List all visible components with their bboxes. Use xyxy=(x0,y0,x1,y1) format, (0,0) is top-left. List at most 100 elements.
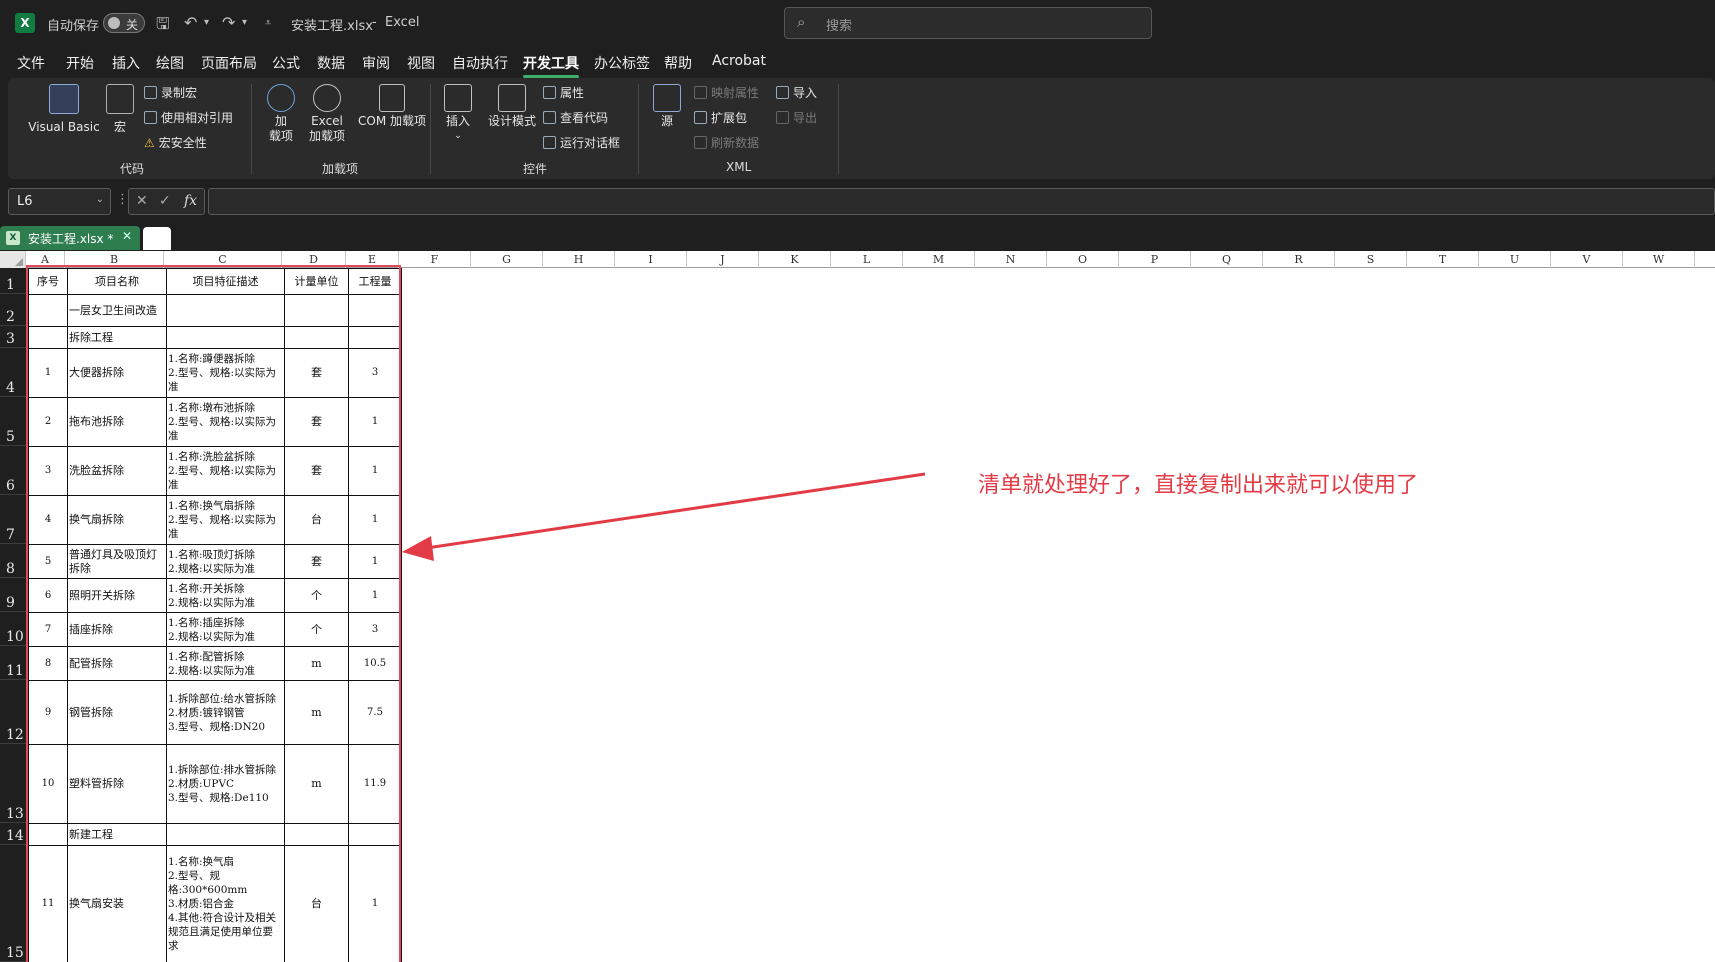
excel-addins-button[interactable]: Excel 加载项 xyxy=(305,84,349,144)
cell-qty[interactable]: 1 xyxy=(348,544,402,579)
cell-seq[interactable]: 2 xyxy=(28,397,68,447)
cell-seq[interactable]: 5 xyxy=(28,544,68,579)
insert-function-button[interactable]: fx xyxy=(184,193,197,209)
column-header[interactable]: F xyxy=(399,251,471,268)
xml-import-button[interactable]: 导入 xyxy=(776,84,817,102)
column-header[interactable]: R xyxy=(1263,251,1335,268)
header-cell-seq[interactable]: 序号 xyxy=(28,268,68,295)
row-header[interactable]: 5 xyxy=(0,397,26,446)
cell-qty[interactable]: 7.5 xyxy=(348,680,402,745)
row-header[interactable]: 9 xyxy=(0,578,26,612)
column-header[interactable]: K xyxy=(759,251,831,268)
cell-unit[interactable]: 套 xyxy=(284,348,349,398)
menu-draw[interactable]: 绘图 xyxy=(156,53,184,73)
column-header[interactable]: O xyxy=(1047,251,1119,268)
cell-qty[interactable]: 1 xyxy=(348,397,402,447)
row-header[interactable]: 15 xyxy=(0,845,26,962)
new-tab-button[interactable] xyxy=(143,227,171,250)
menu-insert[interactable]: 插入 xyxy=(112,53,140,73)
menu-file[interactable]: 文件 xyxy=(17,53,45,73)
record-macro-button[interactable]: 录制宏 xyxy=(144,84,197,102)
column-header[interactable]: A xyxy=(26,251,65,268)
cell-name[interactable]: 拖布池拆除 xyxy=(67,397,167,447)
insert-control-button[interactable]: 插入 ⌄ xyxy=(440,84,476,144)
properties-button[interactable]: 属性 xyxy=(543,84,584,102)
cell-desc[interactable]: 1.拆除部位:给水管拆除 2.材质:镀锌钢管 3.型号、规格:DN20 xyxy=(166,680,285,745)
cell-unit[interactable]: 台 xyxy=(284,495,349,545)
row-header[interactable]: 2 xyxy=(0,294,26,326)
cell-name[interactable]: 普通灯具及吸顶灯拆除 xyxy=(67,544,167,579)
column-header[interactable]: H xyxy=(543,251,615,268)
menu-acrobat[interactable]: Acrobat xyxy=(712,53,766,69)
column-header[interactable]: V xyxy=(1551,251,1623,268)
macros-button[interactable]: 宏 xyxy=(100,84,140,135)
cell-desc[interactable]: 1.名称:蹲便器拆除 2.型号、规格:以实际为准 xyxy=(166,348,285,398)
com-addins-button[interactable]: COM 加载项 xyxy=(354,84,430,129)
xml-source-button[interactable]: 源 xyxy=(650,84,684,129)
cell-unit[interactable] xyxy=(284,294,349,327)
cell-seq[interactable] xyxy=(28,294,68,327)
cell-name[interactable]: 钢管拆除 xyxy=(67,680,167,745)
cell-desc[interactable] xyxy=(166,326,285,349)
cell-desc[interactable]: 1.名称:洗脸盆拆除 2.型号、规格:以实际为准 xyxy=(166,446,285,496)
cell-unit[interactable]: m xyxy=(284,680,349,745)
cell-desc[interactable]: 1.名称:换气扇拆除 2.型号、规格:以实际为准 xyxy=(166,495,285,545)
cell-desc[interactable]: 1.名称:插座拆除 2.规格:以实际为准 xyxy=(166,612,285,647)
cell-unit[interactable] xyxy=(284,823,349,846)
row-header[interactable]: 3 xyxy=(0,326,26,348)
cell-name[interactable]: 拆除工程 xyxy=(67,326,167,349)
cell-qty[interactable]: 1 xyxy=(348,495,402,545)
check-icon[interactable]: ✓ xyxy=(159,193,171,209)
cell-name[interactable]: 新建工程 xyxy=(67,823,167,846)
row-header[interactable]: 6 xyxy=(0,446,26,495)
column-header[interactable]: C xyxy=(164,251,282,268)
cell-name[interactable]: 照明开关拆除 xyxy=(67,578,167,613)
cell-unit[interactable]: m xyxy=(284,646,349,681)
view-code-button[interactable]: 查看代码 xyxy=(543,109,608,127)
cell-seq[interactable]: 11 xyxy=(28,845,68,962)
menu-view[interactable]: 视图 xyxy=(407,53,435,73)
relative-reference-button[interactable]: 使用相对引用 xyxy=(144,109,233,127)
cell-seq[interactable]: 6 xyxy=(28,578,68,613)
header-cell-desc[interactable]: 项目特征描述 xyxy=(166,268,285,295)
cell-qty[interactable] xyxy=(348,326,402,349)
cell-qty[interactable]: 1 xyxy=(348,446,402,496)
menu-page-layout[interactable]: 页面布局 xyxy=(201,53,257,73)
header-cell-qty[interactable]: 工程量 xyxy=(348,268,402,295)
row-header[interactable]: 10 xyxy=(0,612,26,646)
cancel-icon[interactable]: ✕ xyxy=(136,193,148,209)
cell-unit[interactable]: 个 xyxy=(284,612,349,647)
column-header[interactable]: S xyxy=(1335,251,1407,268)
search-box[interactable]: ⌕ 搜索 xyxy=(784,7,1152,39)
select-all-corner[interactable] xyxy=(0,251,26,268)
undo-icon[interactable]: ↶ xyxy=(184,13,197,32)
menu-help[interactable]: 帮助 xyxy=(664,53,692,73)
cell-name[interactable]: 塑料管拆除 xyxy=(67,744,167,824)
column-header[interactable]: L xyxy=(831,251,903,268)
cell-unit[interactable]: 台 xyxy=(284,845,349,962)
row-header[interactable]: 4 xyxy=(0,348,26,397)
row-header[interactable]: 7 xyxy=(0,495,26,544)
name-box[interactable]: L6 ⌄ xyxy=(8,188,111,215)
cell-name[interactable]: 一层女卫生间改造 xyxy=(67,294,167,327)
row-header[interactable]: 8 xyxy=(0,544,26,578)
cell-seq[interactable]: 10 xyxy=(28,744,68,824)
autosave-toggle[interactable]: 关 xyxy=(103,13,145,33)
customize-qat-icon[interactable]: ⩡ xyxy=(265,16,271,30)
cell-qty[interactable] xyxy=(348,294,402,327)
cell-desc[interactable]: 1.名称:开关拆除 2.规格:以实际为准 xyxy=(166,578,285,613)
cell-name[interactable]: 配管拆除 xyxy=(67,646,167,681)
row-header[interactable]: 1 xyxy=(0,268,26,294)
xml-export-button[interactable]: 导出 xyxy=(776,109,817,127)
cell-seq[interactable]: 8 xyxy=(28,646,68,681)
menu-formulas[interactable]: 公式 xyxy=(272,53,300,73)
row-header[interactable]: 11 xyxy=(0,646,26,680)
cell-name[interactable]: 插座拆除 xyxy=(67,612,167,647)
cell-desc[interactable] xyxy=(166,823,285,846)
cell-qty[interactable]: 1 xyxy=(348,845,402,962)
row-header[interactable]: 13 xyxy=(0,744,26,823)
menu-developer[interactable]: 开发工具 xyxy=(523,53,579,78)
cell-qty[interactable]: 3 xyxy=(348,348,402,398)
cell-unit[interactable]: 套 xyxy=(284,544,349,579)
column-header[interactable]: J xyxy=(687,251,759,268)
